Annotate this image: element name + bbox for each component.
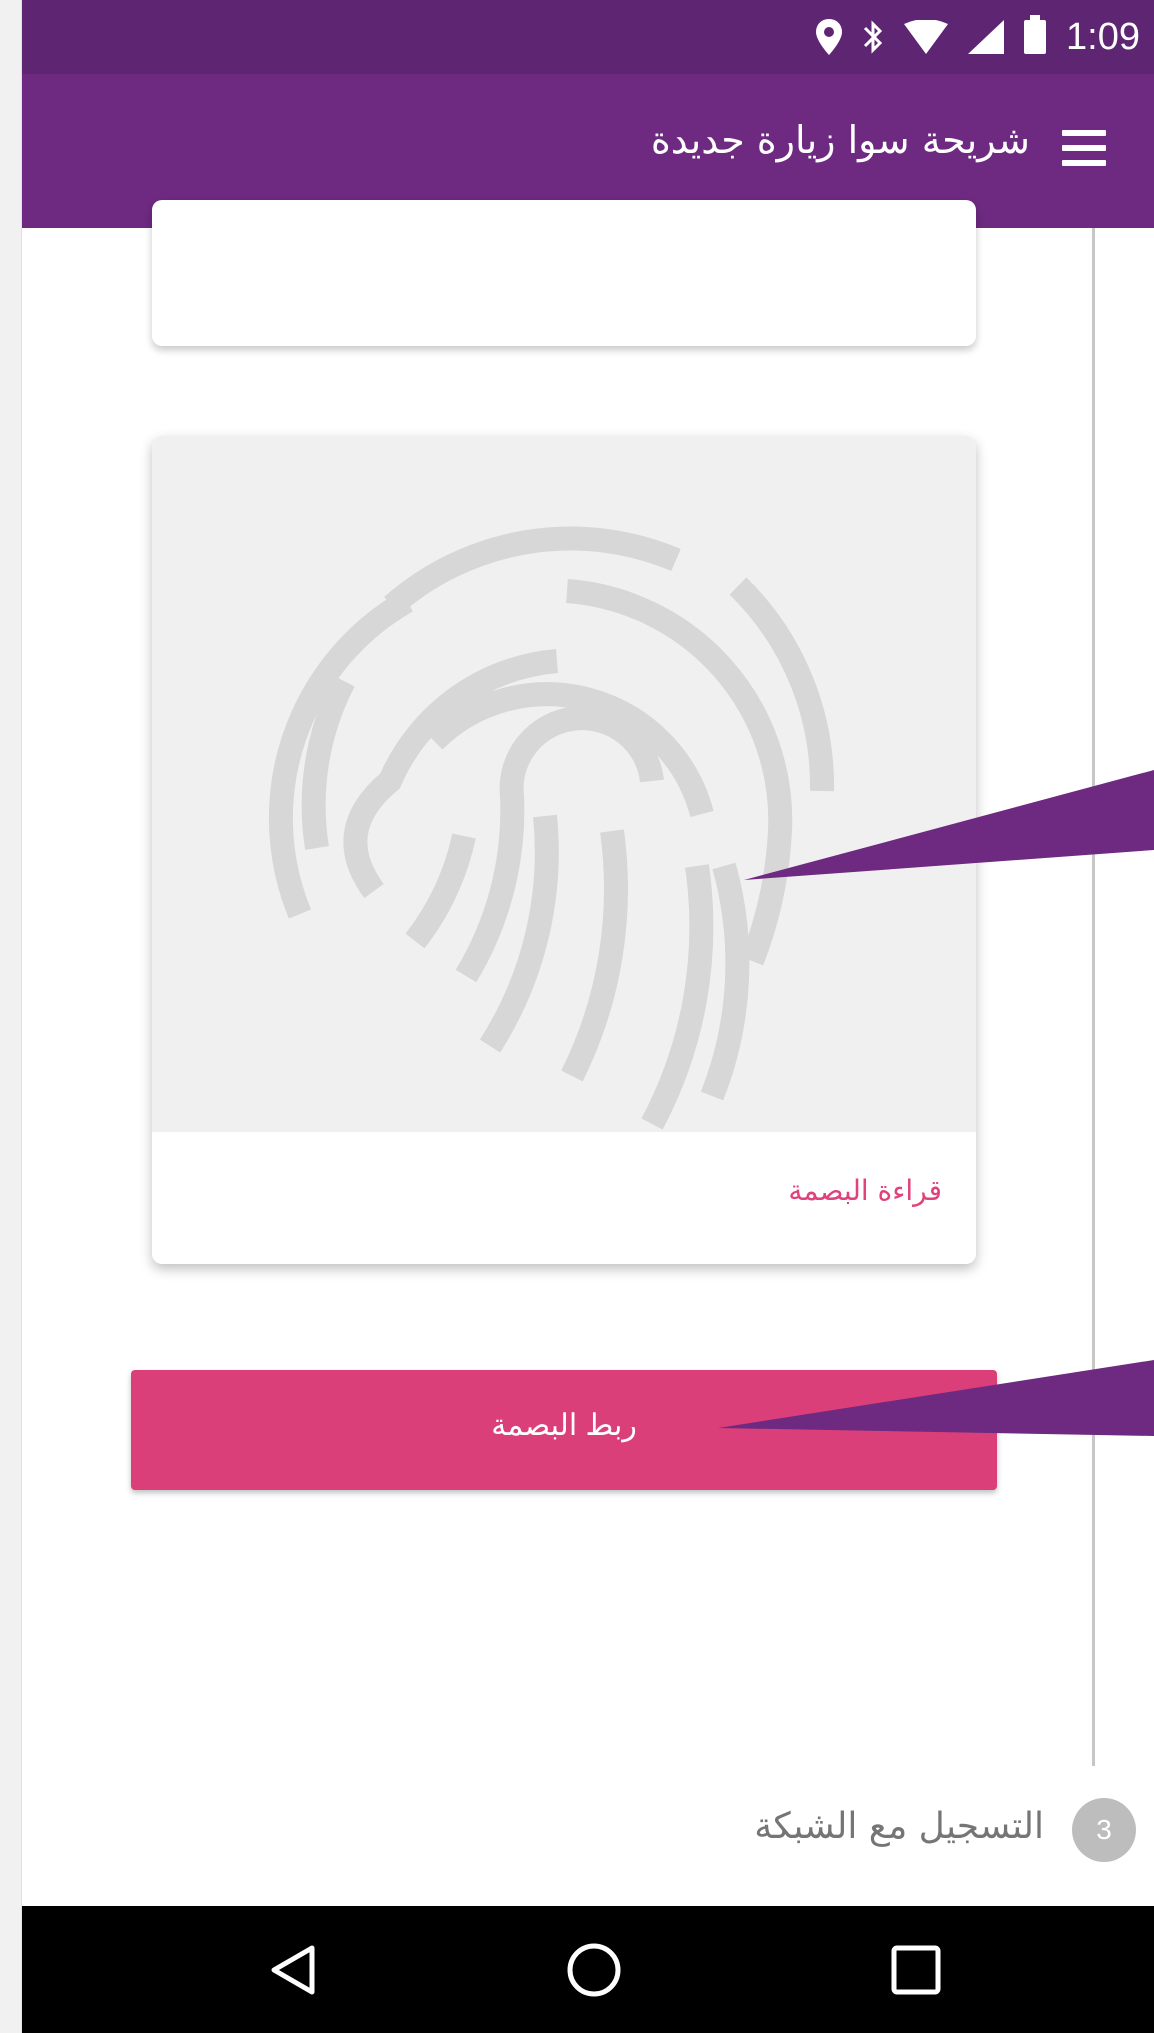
home-button[interactable]: [524, 1906, 664, 2033]
fingerprint-card: قراءة البصمة: [152, 436, 976, 1264]
location-icon: [816, 19, 843, 55]
back-button[interactable]: [224, 1906, 364, 2033]
read-fingerprint-link[interactable]: قراءة البصمة: [788, 1174, 942, 1207]
battery-icon: [1024, 15, 1047, 54]
fingerprint-icon: [268, 526, 835, 1130]
step-3[interactable]: 3 التسجيل مع الشبكة: [554, 1796, 1154, 1866]
fingerprint-image-area[interactable]: [152, 436, 976, 1132]
step-number-badge: 3: [1072, 1798, 1136, 1862]
menu-icon[interactable]: [1062, 128, 1106, 168]
recents-icon: [891, 1945, 941, 1995]
status-bar: 1:09: [22, 0, 1154, 74]
signal-icon: [968, 20, 1005, 54]
status-time: 1:09: [1066, 15, 1140, 58]
link-fingerprint-button-label: ربط البصمة: [491, 1409, 637, 1442]
status-icons: 1:09: [816, 14, 1140, 60]
wifi-icon: [904, 20, 949, 54]
bluetooth-icon: [863, 20, 883, 54]
window-frame-edge: [0, 0, 22, 2033]
step-label: التسجيل مع الشبكة: [754, 1806, 1044, 1847]
navigation-bar: [22, 1906, 1154, 2033]
home-icon: [567, 1943, 621, 1997]
previous-card: [152, 200, 976, 346]
page-title: شريحة سوا زيارة جديدة: [650, 118, 1030, 162]
link-fingerprint-button[interactable]: ربط البصمة: [131, 1370, 997, 1490]
recents-button[interactable]: [846, 1906, 986, 2033]
stepper-connector: [1092, 228, 1095, 1766]
back-icon: [271, 1945, 315, 1995]
